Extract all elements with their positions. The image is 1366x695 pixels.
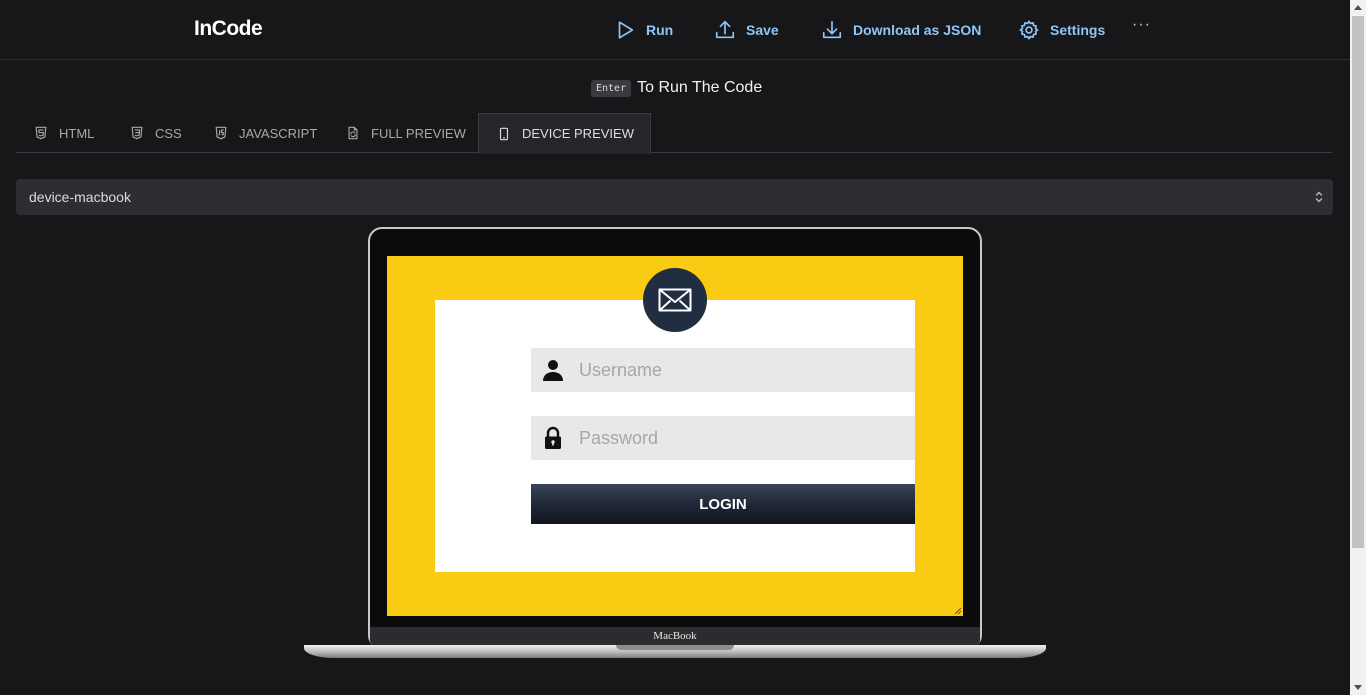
run-hint-text: To Run The Code: [637, 79, 763, 96]
tab-css[interactable]: CSS: [130, 113, 182, 153]
run-label: Run: [646, 22, 674, 38]
upload-icon: [715, 20, 735, 39]
tab-css-label: CSS: [155, 125, 182, 141]
download-json-button[interactable]: Download as JSON: [821, 18, 981, 42]
tab-html-label: HTML: [59, 125, 95, 141]
mobile-device-icon: [499, 127, 509, 140]
js-icon: [215, 126, 227, 140]
device-preview-screen: LOGIN: [387, 256, 963, 616]
username-input[interactable]: [575, 348, 895, 392]
settings-label: Settings: [1050, 22, 1106, 38]
download-icon: [822, 20, 842, 39]
password-input[interactable]: [575, 416, 895, 460]
device-select-value: device-macbook: [29, 189, 131, 205]
run-hint: Enter To Run The Code: [591, 79, 762, 97]
scroll-up-arrow[interactable]: [1354, 5, 1362, 10]
play-icon: [618, 21, 634, 39]
resize-grip-icon[interactable]: [954, 607, 962, 615]
app-logo[interactable]: InCode: [194, 17, 263, 41]
top-navbar: InCode Run Save Download as JSON Setting…: [0, 0, 1350, 60]
scroll-thumb[interactable]: [1352, 16, 1364, 548]
tab-javascript[interactable]: JAVASCRIPT: [214, 113, 317, 153]
enter-key-badge: Enter: [591, 79, 632, 97]
device-select[interactable]: device-macbook: [16, 179, 1333, 215]
login-card: LOGIN: [435, 300, 915, 572]
chevron-updown-icon: [1315, 191, 1323, 203]
file-refresh-icon: [348, 126, 358, 140]
save-button[interactable]: Save: [714, 18, 779, 42]
save-label: Save: [746, 22, 779, 38]
download-label: Download as JSON: [853, 22, 982, 38]
tab-html[interactable]: HTML: [34, 113, 94, 153]
css3-icon: [131, 126, 143, 140]
html5-icon: [35, 126, 47, 140]
mail-avatar: [643, 268, 707, 332]
scroll-down-arrow[interactable]: [1354, 685, 1362, 690]
tab-device-preview-label: DEVICE PREVIEW: [522, 126, 634, 141]
run-button[interactable]: Run: [614, 18, 673, 42]
user-icon: [531, 348, 575, 392]
macbook-label: MacBook: [370, 627, 980, 646]
login-button[interactable]: LOGIN: [531, 484, 915, 524]
tab-javascript-label: JAVASCRIPT: [239, 125, 318, 141]
tab-device-preview[interactable]: DEVICE PREVIEW: [478, 113, 651, 154]
page-scrollbar[interactable]: [1350, 0, 1366, 695]
macbook-notch: [616, 645, 734, 650]
gear-icon: [1019, 20, 1039, 40]
more-menu-button[interactable]: ···: [1132, 16, 1151, 34]
settings-button[interactable]: Settings: [1018, 18, 1105, 42]
lock-icon: [531, 416, 575, 460]
tab-full-preview[interactable]: FULL PREVIEW: [346, 113, 466, 153]
envelope-icon: [658, 288, 692, 312]
editor-tabs: HTML CSS JAVASCRIPT FULL PREVIEW DEVICE …: [16, 113, 1332, 154]
username-field[interactable]: [531, 348, 915, 392]
tab-full-preview-label: FULL PREVIEW: [371, 125, 466, 141]
password-field[interactable]: [531, 416, 915, 460]
